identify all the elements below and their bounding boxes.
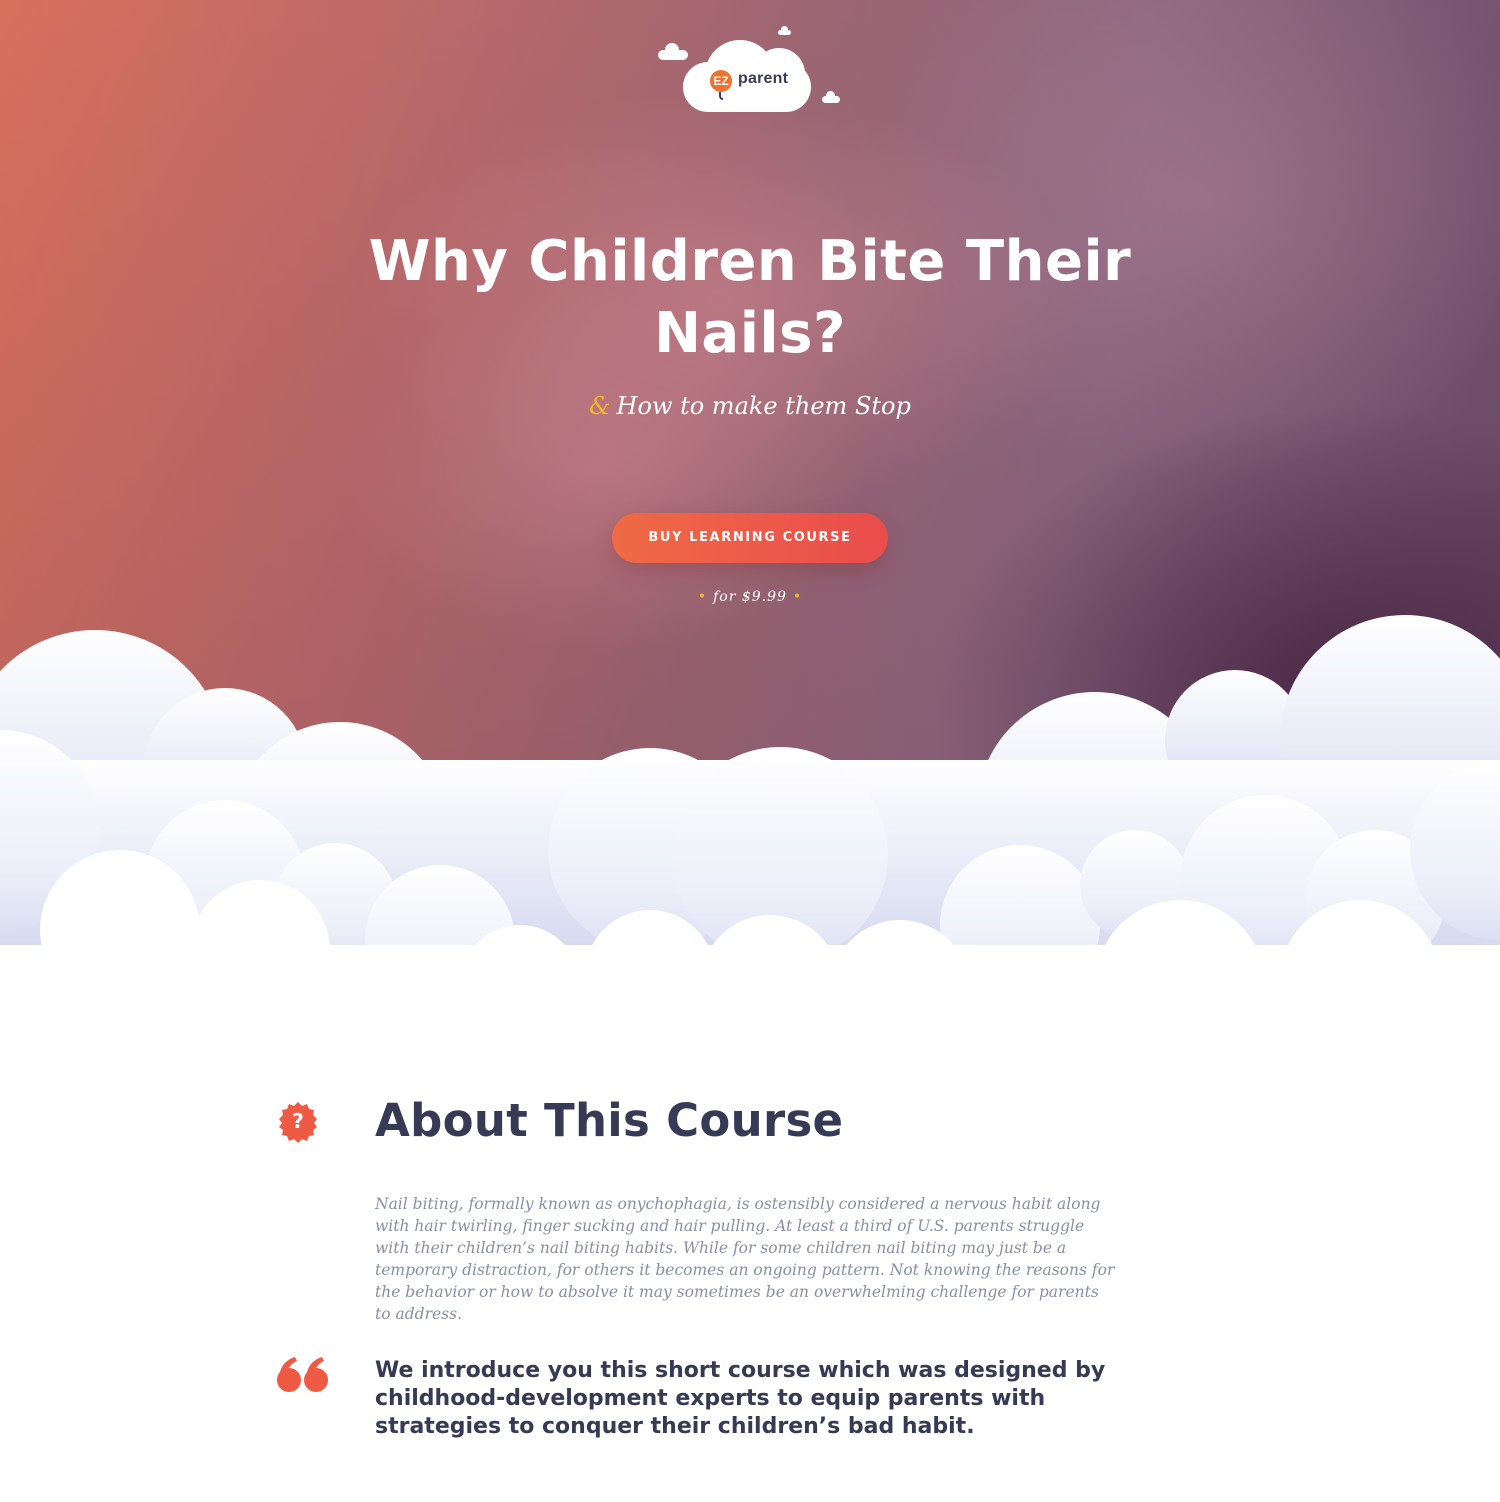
- course-quote: We introduce you this short course which…: [375, 1358, 1106, 1439]
- about-body: Nail biting, formally known as onychopha…: [375, 1195, 1115, 1323]
- hero-section: EZ parent Why Children Bite Their Nails?…: [0, 0, 1500, 960]
- quote-icon: [275, 1346, 335, 1396]
- cloud-divider: [0, 615, 1500, 960]
- question-badge-icon: ?: [277, 1101, 319, 1143]
- about-title: About This Course: [375, 1094, 844, 1147]
